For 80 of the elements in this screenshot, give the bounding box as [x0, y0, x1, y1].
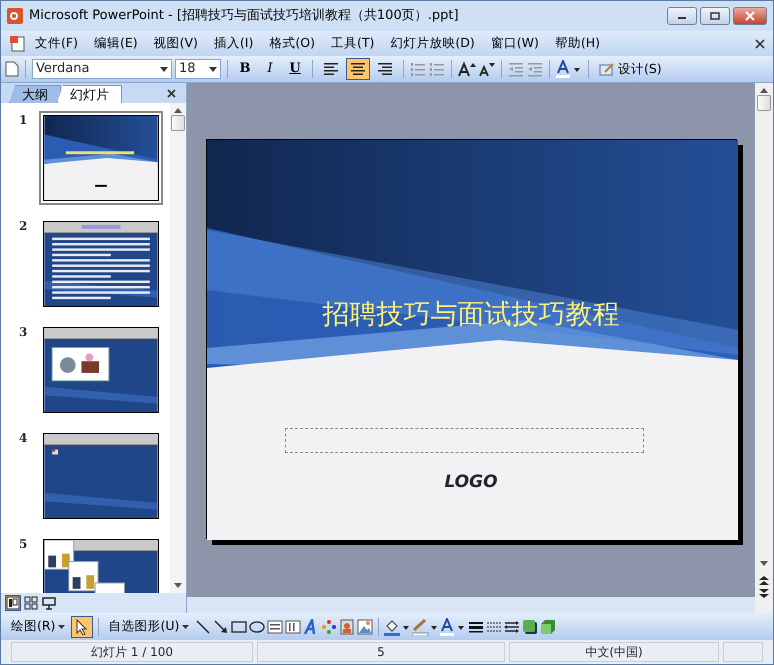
status-cell	[723, 642, 763, 662]
menu-item[interactable]: 编辑(E)	[86, 34, 146, 53]
slide-number: 2	[19, 218, 28, 235]
menu-item[interactable]: 插入(I)	[206, 34, 262, 53]
vertical-text-box-icon[interactable]	[285, 618, 302, 634]
slide-thumbnail[interactable]	[39, 111, 163, 205]
logo-text: LOGO	[443, 471, 499, 494]
font-color-icon[interactable]	[440, 618, 466, 636]
scroll-down-icon[interactable]	[760, 561, 768, 567]
slide-number: 3	[19, 324, 28, 341]
line-icon[interactable]	[195, 618, 212, 634]
horizontal-scrollbar[interactable]	[187, 597, 755, 613]
align-right-icon	[377, 61, 393, 77]
align-left-icon	[323, 61, 339, 77]
menu-item[interactable]: 工具(T)	[322, 34, 382, 53]
align-center-icon	[350, 61, 366, 77]
insert-picture-icon[interactable]	[357, 618, 374, 634]
close-icon	[745, 11, 755, 21]
decrease-font-icon[interactable]	[479, 61, 495, 77]
pane-tab[interactable]: 大纲	[9, 85, 61, 103]
app-icon	[7, 8, 23, 24]
caret-icon	[58, 624, 66, 628]
caret-icon	[160, 66, 168, 72]
restore-button[interactable]	[700, 7, 730, 25]
slide-title: 招聘技巧与面试技巧教程	[322, 298, 620, 332]
menu-item[interactable]: 视图(V)	[146, 34, 206, 53]
status-text: 5	[257, 642, 505, 662]
menu-item[interactable]: 幻灯片放映(D)	[382, 34, 483, 53]
design-button[interactable]: 设计(S)	[595, 58, 666, 80]
increase-font-icon[interactable]	[458, 61, 476, 77]
arrow-icon[interactable]	[213, 618, 230, 634]
text-placeholder[interactable]	[284, 428, 644, 453]
font-size-field[interactable]: 18	[175, 59, 221, 79]
oval-icon[interactable]	[249, 618, 266, 634]
slide-number: 5	[19, 536, 28, 553]
italic-button[interactable]: I	[259, 58, 281, 80]
menu-item[interactable]: 窗口(W)	[482, 34, 547, 53]
select-pointer-button[interactable]	[71, 616, 94, 638]
shadow-style-icon[interactable]	[522, 618, 538, 634]
menu-item[interactable]: 帮助(H)	[546, 34, 608, 53]
menu-item[interactable]: 格式(O)	[261, 34, 323, 53]
restore-icon	[710, 12, 720, 20]
pane-tab[interactable]: 幻灯片	[57, 85, 122, 103]
document-icon	[9, 34, 27, 52]
autoshapes-menu-button[interactable]: 自选图形(U)	[104, 616, 194, 638]
line-color-icon[interactable]	[412, 618, 438, 636]
bold-button[interactable]: B	[234, 58, 256, 80]
design-icon	[599, 62, 615, 76]
slide-number: 4	[19, 430, 28, 447]
scroll-down-icon[interactable]	[174, 583, 182, 589]
scroll-thumb[interactable]	[757, 95, 771, 111]
window-title: Microsoft PowerPoint - [招聘技巧与面试技巧培训教程（共100页）.ppt]	[29, 7, 460, 26]
close-icon[interactable]	[755, 38, 765, 48]
diagram-icon[interactable]	[321, 618, 338, 634]
caret-icon	[182, 624, 190, 628]
scroll-up-icon[interactable]	[760, 87, 768, 93]
font-field[interactable]: Verdana	[32, 59, 172, 79]
close-button[interactable]	[733, 7, 767, 25]
next-slide-icon[interactable]	[759, 589, 769, 599]
minimize-button[interactable]	[667, 7, 697, 25]
close-icon[interactable]	[167, 89, 176, 98]
rectangle-icon[interactable]	[231, 618, 248, 634]
text-box-icon[interactable]	[267, 618, 284, 634]
fill-color-icon[interactable]	[384, 618, 410, 636]
pointer-icon	[76, 618, 88, 634]
scroll-thumb[interactable]	[171, 115, 185, 131]
new-document-icon[interactable]	[5, 61, 19, 77]
clip-art-icon[interactable]	[339, 618, 356, 634]
slide-number: 1	[19, 112, 28, 129]
arrow-style-icon[interactable]	[504, 618, 520, 634]
draw-menu-button[interactable]: 绘图(R)	[7, 616, 70, 638]
scroll-up-icon[interactable]	[174, 107, 182, 113]
menu-item[interactable]: 文件(F)	[27, 34, 86, 53]
status-text: 幻灯片 1 / 100	[11, 642, 253, 662]
align-center-button[interactable]	[346, 58, 370, 80]
status-text: 中文(中国)	[509, 642, 719, 662]
caret-icon	[209, 66, 217, 72]
font-color-icon[interactable]	[556, 60, 582, 78]
previous-slide-icon[interactable]	[759, 575, 769, 585]
underline-button[interactable]: U	[284, 58, 306, 80]
